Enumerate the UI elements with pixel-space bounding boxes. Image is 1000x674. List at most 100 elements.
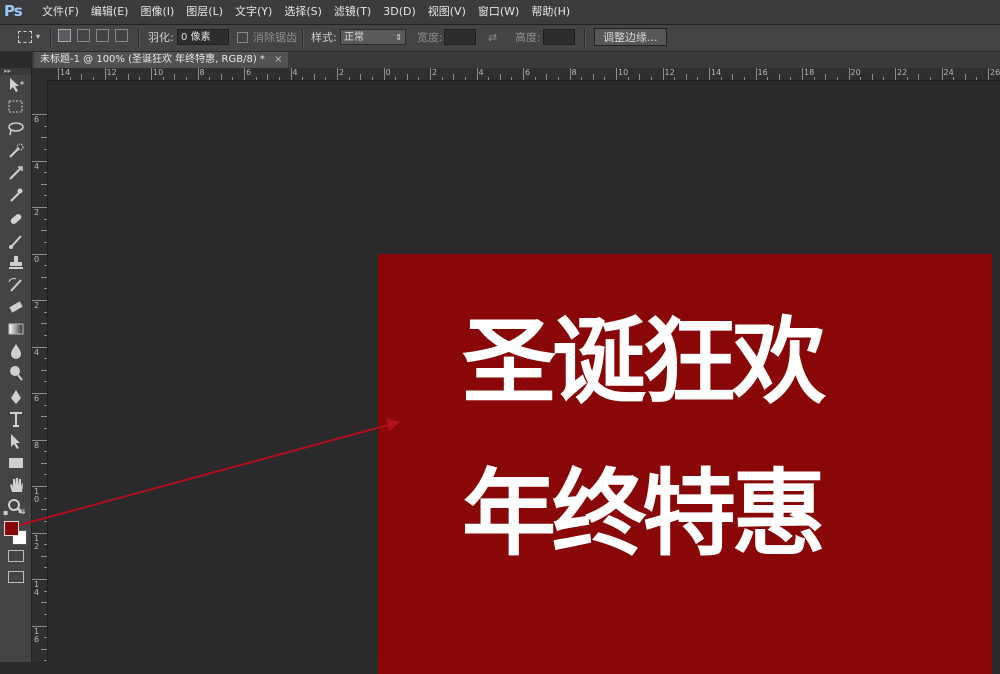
ruler-minor-tick: [883, 77, 884, 80]
history-brush-icon[interactable]: [6, 276, 26, 294]
marquee-preset-icon[interactable]: [18, 31, 32, 43]
antialias-checkbox[interactable]: [237, 32, 248, 43]
ruler-label: 1 2: [34, 535, 39, 551]
brush-icon[interactable]: [6, 232, 26, 250]
default-colors-icon[interactable]: ▪: [3, 508, 8, 517]
menu-file[interactable]: 文件(F): [36, 0, 85, 24]
subtract-selection-icon[interactable]: [96, 29, 109, 42]
menu-window[interactable]: 窗口(W): [472, 0, 525, 24]
document-tab[interactable]: 未标题-1 @ 100% (圣诞狂欢 年终特惠, RGB/8) * ×: [34, 52, 288, 68]
ruler-label: 12: [665, 68, 675, 77]
crop-icon[interactable]: [6, 164, 26, 182]
options-divider: [50, 29, 52, 47]
clone-stamp-icon[interactable]: [6, 254, 26, 272]
ruler-tick: [337, 68, 338, 80]
blur-icon[interactable]: [6, 342, 26, 360]
ruler-label: 4: [479, 68, 484, 77]
eyedropper-icon[interactable]: [6, 186, 26, 204]
ruler-minor-tick: [41, 277, 47, 278]
feather-label: 羽化:: [148, 25, 174, 51]
menu-filter[interactable]: 滤镜(T): [328, 0, 377, 24]
close-icon[interactable]: ×: [274, 54, 282, 65]
ruler-tick: [477, 68, 478, 80]
gradient-icon[interactable]: [6, 320, 26, 338]
ruler-minor-tick: [116, 77, 117, 80]
foreground-color-swatch[interactable]: [4, 521, 19, 536]
collapse-icon[interactable]: ▸▸: [4, 67, 11, 75]
preset-dropdown-icon[interactable]: ▾: [36, 32, 40, 41]
quick-select-icon[interactable]: [6, 142, 26, 160]
dodge-icon[interactable]: [6, 364, 26, 382]
ruler-label: 0: [34, 256, 39, 264]
style-select[interactable]: 正常 ⇕: [340, 29, 406, 45]
menu-help[interactable]: 帮助(H): [525, 0, 576, 24]
feather-input[interactable]: 0 像素: [177, 29, 229, 45]
ruler-tick: [430, 68, 431, 80]
ruler-tick: [895, 68, 896, 80]
document-canvas[interactable]: 圣诞狂欢 年终特惠: [378, 254, 992, 674]
headline-line-1: 圣诞狂欢: [462, 316, 982, 410]
ruler-label: 1 4: [34, 581, 39, 597]
height-input[interactable]: [543, 29, 575, 45]
ruler-label: 8: [34, 442, 39, 450]
tools-panel: ▸▸ ▪ ⇆: [0, 68, 32, 662]
ruler-minor-tick: [44, 567, 47, 568]
style-select-value: 正常: [344, 32, 364, 43]
menu-select[interactable]: 选择(S): [278, 0, 328, 24]
type-icon[interactable]: [6, 410, 26, 428]
ruler-minor-tick: [44, 312, 47, 313]
intersect-selection-icon[interactable]: [115, 29, 128, 42]
ruler-label: 8: [572, 68, 577, 77]
horizontal-ruler[interactable]: 141210864202468101214161820222426: [48, 68, 1000, 81]
ruler-minor-tick: [302, 77, 303, 80]
ruler-label: 1 6: [34, 628, 39, 644]
ruler-minor-tick: [44, 358, 47, 359]
menu-layer[interactable]: 图层(L): [180, 0, 229, 24]
ruler-minor-tick: [872, 74, 873, 80]
refine-edge-button[interactable]: 调整边缘...: [594, 28, 667, 46]
ruler-minor-tick: [44, 242, 47, 243]
menu-3d[interactable]: 3D(D): [377, 0, 422, 24]
new-selection-icon[interactable]: [58, 29, 71, 42]
menu-type[interactable]: 文字(Y): [229, 0, 278, 24]
ruler-minor-tick: [325, 77, 326, 80]
ruler-minor-tick: [41, 602, 47, 603]
rectangle-icon[interactable]: [6, 454, 26, 472]
hand-icon[interactable]: [6, 476, 26, 494]
swap-colors-icon[interactable]: ⇆: [18, 507, 26, 517]
ruler-label: 16: [758, 68, 768, 77]
ruler-label: 2: [339, 68, 344, 77]
ruler-minor-tick: [44, 335, 47, 336]
ruler-label: 1 0: [34, 488, 39, 504]
menu-image[interactable]: 图像(I): [134, 0, 180, 24]
move-icon[interactable]: [6, 76, 26, 94]
ruler-minor-tick: [44, 660, 47, 661]
ruler-minor-tick: [221, 74, 222, 80]
headline-line-2: 年终特惠: [462, 468, 982, 562]
menu-view[interactable]: 视图(V): [422, 0, 472, 24]
lasso-icon[interactable]: [6, 120, 26, 138]
ruler-minor-tick: [744, 77, 745, 80]
width-input[interactable]: [444, 29, 476, 45]
ruler-minor-tick: [186, 77, 187, 80]
screen-mode-icon[interactable]: [8, 571, 24, 583]
ruler-minor-tick: [256, 77, 257, 80]
path-select-icon[interactable]: [6, 432, 26, 450]
ruler-tick: [802, 68, 803, 80]
pen-icon[interactable]: [6, 388, 26, 406]
ruler-minor-tick: [232, 77, 233, 80]
healing-brush-icon[interactable]: [6, 210, 26, 228]
vertical-ruler[interactable]: 642024681 01 21 41 6: [32, 80, 48, 662]
add-selection-icon[interactable]: [77, 29, 90, 42]
ruler-minor-tick: [41, 556, 47, 557]
marquee-icon[interactable]: [6, 98, 26, 116]
menu-edit[interactable]: 编辑(E): [85, 0, 135, 24]
ruler-corner[interactable]: [32, 68, 48, 80]
eraser-icon[interactable]: [6, 298, 26, 316]
ruler-minor-tick: [44, 498, 47, 499]
width-label: 宽度:: [417, 25, 443, 51]
ruler-minor-tick: [918, 74, 919, 80]
quick-mask-icon[interactable]: [8, 550, 24, 562]
swap-dimensions-icon[interactable]: ⇄: [488, 25, 497, 51]
ruler-minor-tick: [174, 74, 175, 80]
